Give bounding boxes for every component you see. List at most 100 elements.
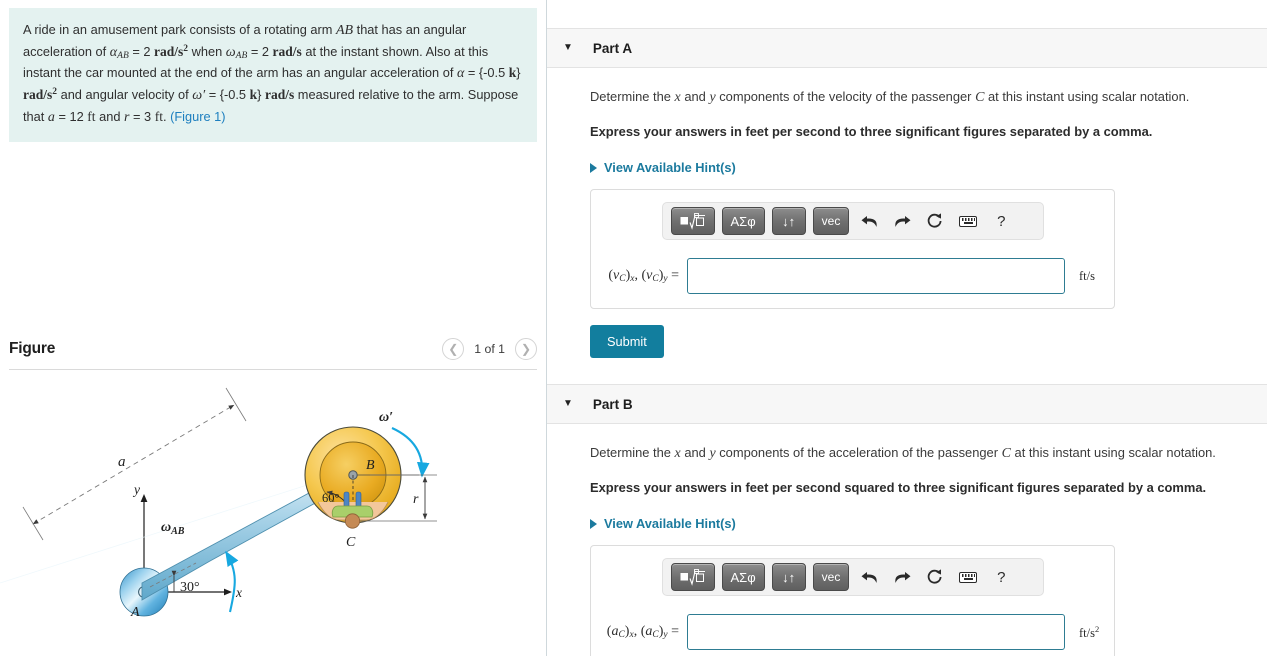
part-a-answer-label: (vC)x, (vC)y = xyxy=(608,268,679,284)
pa-c2: C xyxy=(652,274,659,284)
part-b-answer-box: ΑΣφ ↓↑ vec ? (aC)x, (aC)y = ft/s2 xyxy=(590,545,1115,656)
part-a-question: Determine the x and y components of the … xyxy=(590,88,1267,108)
problem-page: A ride in an amusement park consists of … xyxy=(0,0,1267,656)
part-a-math-toolbar: ΑΣφ ↓↑ vec ? xyxy=(661,202,1044,240)
problem-text-28: = 12 xyxy=(54,108,88,124)
problem-omega-prime-symbol: ω′ xyxy=(192,88,206,104)
greek-letters-button[interactable]: ΑΣφ xyxy=(721,563,765,591)
problem-text-32: = 3 xyxy=(129,108,155,124)
part-a-header[interactable]: ▼ Part A xyxy=(547,28,1267,68)
pb-c1: C xyxy=(618,630,625,640)
amusement-ride-diagram-svg: a y x A 30° ωAB B 60° C ω′ r xyxy=(0,387,437,620)
reset-circular-arrow-icon[interactable] xyxy=(922,208,948,234)
part-a-answer-row: (vC)x, (vC)y = ft/s xyxy=(591,258,1114,294)
qa-seg4: components of the velocity of the passen… xyxy=(715,89,976,104)
part-a-body: Determine the x and y components of the … xyxy=(547,88,1267,358)
pb-unit-main: ft/s xyxy=(1079,625,1095,640)
qb-seg2: and xyxy=(680,445,710,460)
undo-arrow-icon[interactable] xyxy=(856,564,882,590)
chevron-down-icon[interactable]: ▼ xyxy=(563,399,573,409)
problem-text-11: = 2 xyxy=(247,43,273,59)
pa-y: y xyxy=(663,274,668,284)
problem-text-0: A ride in an amusement park consists of … xyxy=(23,22,336,37)
vector-button[interactable]: vec xyxy=(812,563,850,591)
redo-arrow-icon[interactable] xyxy=(889,564,915,590)
label-y-axis: y xyxy=(132,482,140,497)
updown-arrows-button[interactable]: ↓↑ xyxy=(771,207,806,235)
keyboard-icon[interactable] xyxy=(955,208,981,234)
problem-text-20: and angular velocity of xyxy=(57,87,193,103)
template-sqrt-button[interactable] xyxy=(670,563,715,591)
qa-seg0: Determine the xyxy=(590,89,675,104)
figure-count-label: 1 of 1 xyxy=(474,342,505,356)
figure-diagram: a y x A 30° ωAB B 60° C ω′ r xyxy=(0,380,547,656)
qb-seg0: Determine the xyxy=(590,445,675,460)
chevron-right-icon[interactable]: ❯ xyxy=(515,338,537,360)
left-pane: A ride in an amusement park consists of … xyxy=(0,0,547,656)
figure-1-link[interactable]: (Figure 1) xyxy=(170,109,225,124)
problem-a-symbol: a xyxy=(47,109,55,125)
problem-unit-radps2b: rad/s xyxy=(23,87,53,103)
part-b-header[interactable]: ▼ Part B xyxy=(547,384,1267,424)
problem-unit-radps-b: rad/s xyxy=(264,87,295,103)
label-angle-30: 30° xyxy=(180,580,200,595)
problem-omega-symbol: ω xyxy=(225,44,236,60)
problem-unit-radps: rad/s xyxy=(272,43,302,59)
problem-k-vector-2: k xyxy=(249,87,258,103)
updown-arrows-button[interactable]: ↓↑ xyxy=(771,563,806,591)
redo-arrow-icon[interactable] xyxy=(889,208,915,234)
problem-unit-ft: ft xyxy=(87,108,96,124)
problem-alpha-sub: AB xyxy=(117,50,129,61)
part-b-body: Determine the x and y components of the … xyxy=(547,444,1267,656)
help-button[interactable]: ? xyxy=(988,564,1014,590)
undo-arrow-icon[interactable] xyxy=(856,208,882,234)
part-b-answer-input[interactable] xyxy=(687,614,1065,650)
chevron-down-icon[interactable]: ▼ xyxy=(563,43,573,53)
greek-letters-button[interactable]: ΑΣφ xyxy=(721,207,765,235)
triangle-right-icon[interactable] xyxy=(590,162,597,173)
part-b-title: Part B xyxy=(592,396,633,412)
label-point-a: A xyxy=(130,605,140,620)
chevron-left-icon[interactable]: ❮ xyxy=(442,338,465,360)
part-a-hint-link[interactable]: View Available Hint(s) xyxy=(590,160,1267,175)
pb-unit-sup: 2 xyxy=(1094,623,1100,634)
problem-text-15: = {-0.5 xyxy=(464,65,509,81)
part-a-submit-button[interactable]: Submit xyxy=(590,325,664,358)
pb-c2: C xyxy=(652,630,659,640)
part-b-instruction: Express your answers in feet per second … xyxy=(590,480,1207,496)
part-b-question: Determine the x and y components of the … xyxy=(590,444,1267,464)
qa-seg2: and xyxy=(680,89,710,104)
help-button[interactable]: ? xyxy=(988,208,1014,234)
part-b-math-toolbar: ΑΣφ ↓↑ vec ? xyxy=(661,558,1044,596)
pa-unit-main: ft/s xyxy=(1079,268,1095,283)
sqrt-template-icon xyxy=(680,568,705,586)
label-omega-ab: ωAB xyxy=(161,520,185,537)
qb-seg6: at this instant using scalar notation. xyxy=(1010,445,1216,460)
pa-c1: C xyxy=(619,274,626,284)
part-b-answer-row: (aC)x, (aC)y = ft/s2 xyxy=(591,614,1114,650)
label-x-axis: x xyxy=(235,585,242,600)
part-b-hint-label: View Available Hint(s) xyxy=(604,516,736,531)
template-sqrt-button[interactable] xyxy=(670,207,715,235)
label-radius: r xyxy=(413,492,419,507)
part-a-answer-input[interactable] xyxy=(687,258,1065,294)
problem-text-5: = 2 xyxy=(128,43,155,59)
problem-text-30: and xyxy=(95,108,124,124)
part-a-block: ▼ Part A Determine the x and y component… xyxy=(547,28,1267,358)
problem-text-24: } xyxy=(257,87,265,103)
figure-pagination: ❮ 1 of 1 ❯ xyxy=(442,338,537,360)
part-a-unit-label: ft/s xyxy=(1079,269,1095,284)
sqrt-template-icon xyxy=(680,212,705,230)
pb-y: y xyxy=(663,630,668,640)
qb-c: C xyxy=(1001,446,1011,461)
keyboard-icon[interactable] xyxy=(955,564,981,590)
qb-seg4: components of the acceleration of the pa… xyxy=(715,445,1002,460)
figure-title: Figure xyxy=(9,340,56,357)
part-b-unit-label: ft/s2 xyxy=(1079,624,1099,641)
problem-omega-sub: AB xyxy=(235,50,248,61)
part-b-hint-link[interactable]: View Available Hint(s) xyxy=(590,516,1267,531)
reset-circular-arrow-icon[interactable] xyxy=(922,564,948,590)
part-a-title: Part A xyxy=(592,40,633,56)
triangle-right-icon[interactable] xyxy=(590,518,597,529)
vector-button[interactable]: vec xyxy=(812,207,850,235)
